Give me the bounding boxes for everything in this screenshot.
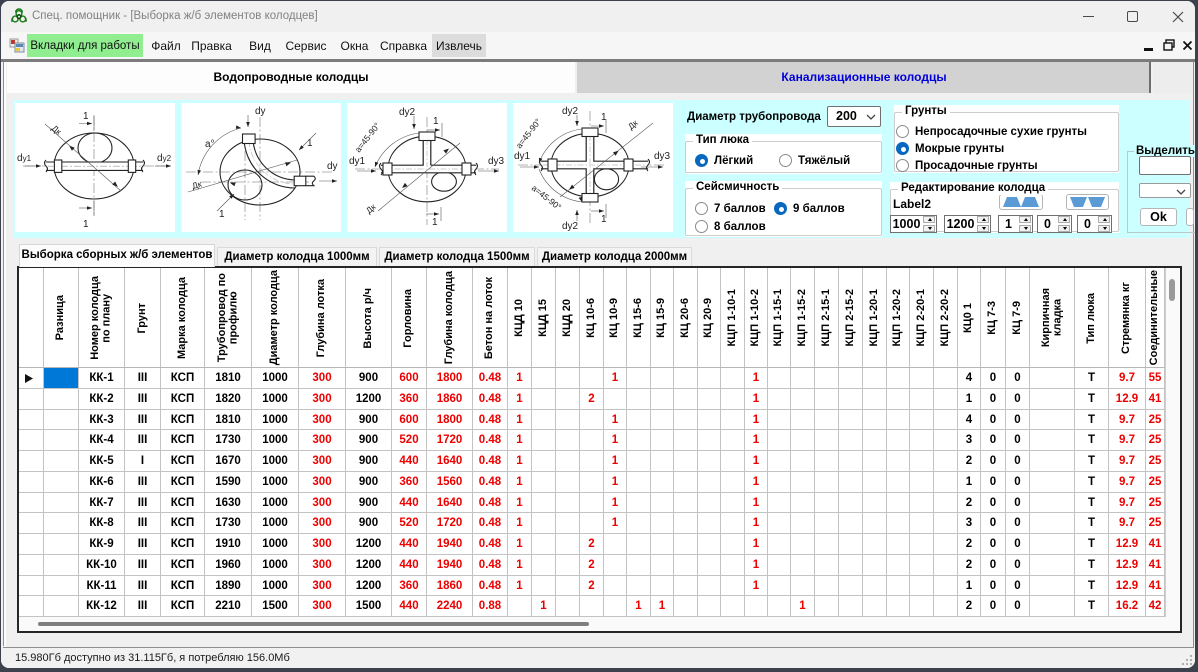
- svg-text:1: 1: [219, 209, 225, 220]
- svg-text:a°: a°: [205, 139, 215, 150]
- svg-text:Дк: Дк: [50, 123, 64, 137]
- svg-text:1: 1: [83, 219, 89, 230]
- svg-text:1: 1: [83, 111, 89, 122]
- svg-text:a=45-90°: a=45-90°: [530, 183, 564, 212]
- svg-text:dу: dу: [255, 106, 266, 117]
- svg-text:Дк: Дк: [626, 118, 640, 132]
- svg-text:dу3: dу3: [488, 156, 505, 167]
- svg-text:dу2: dу2: [562, 221, 579, 232]
- svg-text:dу1: dу1: [17, 153, 32, 164]
- svg-text:a=45-90°: a=45-90°: [514, 117, 543, 151]
- svg-text:1: 1: [307, 138, 313, 149]
- svg-text:dу2: dу2: [399, 107, 416, 118]
- svg-text:dу1: dу1: [349, 156, 366, 167]
- svg-text:dу: dу: [327, 161, 338, 172]
- svg-text:dу3: dу3: [654, 151, 671, 162]
- svg-text:dу2: dу2: [562, 106, 579, 117]
- svg-text:Дк: Дк: [364, 202, 378, 216]
- svg-text:1: 1: [432, 217, 438, 228]
- svg-text:1: 1: [433, 116, 439, 127]
- svg-text:Дк: Дк: [191, 179, 203, 191]
- svg-text:dу2: dу2: [157, 153, 172, 164]
- svg-text:dу1: dу1: [514, 151, 531, 162]
- svg-text:a=45-90°: a=45-90°: [353, 121, 382, 155]
